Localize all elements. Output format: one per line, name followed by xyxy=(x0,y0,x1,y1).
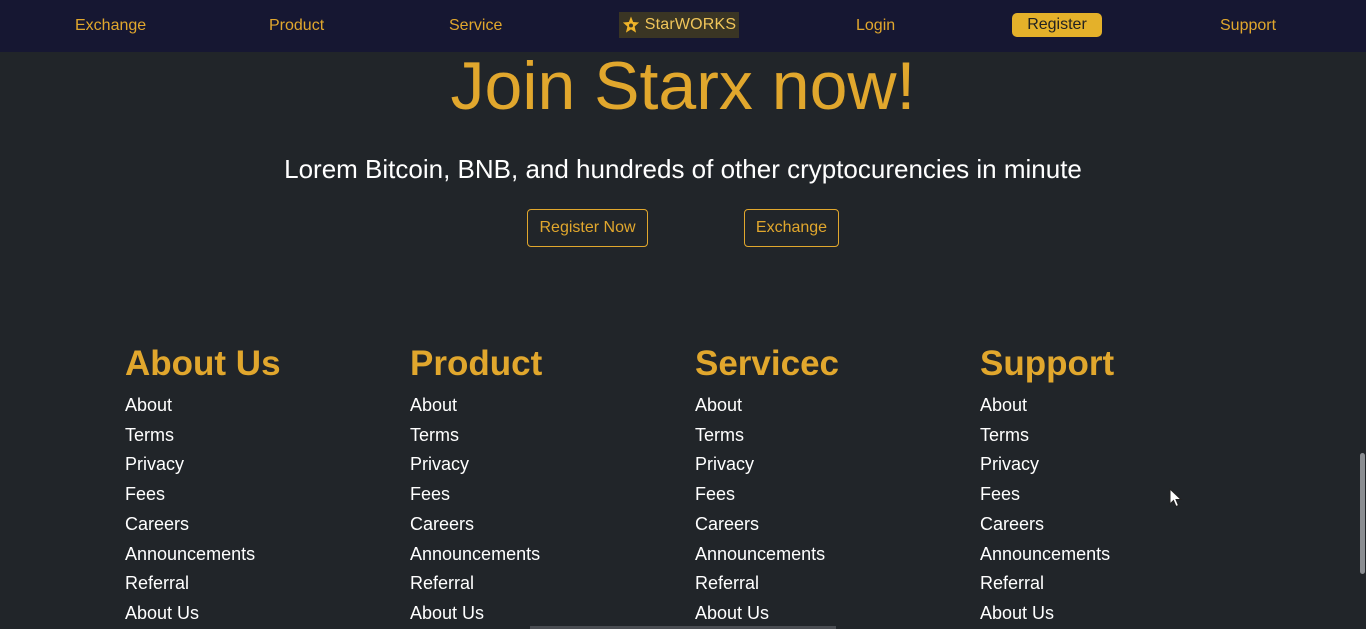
footer-link[interactable]: Fees xyxy=(695,480,839,510)
footer-link-list: About Terms Privacy Fees Careers Announc… xyxy=(410,391,542,629)
nav-login-link[interactable]: Login xyxy=(856,17,895,35)
exchange-button[interactable]: Exchange xyxy=(744,209,839,247)
footer-link[interactable]: About Us xyxy=(125,599,281,629)
footer-link[interactable]: About xyxy=(695,391,839,421)
footer-column-servicec: Servicec About Terms Privacy Fees Career… xyxy=(695,344,839,629)
footer-link-list: About Terms Privacy Fees Careers Announc… xyxy=(980,391,1114,629)
footer-link-list: About Terms Privacy Fees Careers Announc… xyxy=(695,391,839,629)
footer-link[interactable]: About Us xyxy=(410,599,542,629)
nav-service-link[interactable]: Service xyxy=(449,17,502,35)
footer-link[interactable]: Referral xyxy=(410,569,542,599)
footer-column-support: Support About Terms Privacy Fees Careers… xyxy=(980,344,1114,629)
footer-link[interactable]: About xyxy=(980,391,1114,421)
footer-link[interactable]: Privacy xyxy=(695,450,839,480)
footer-link[interactable]: Announcements xyxy=(980,540,1114,570)
footer-link[interactable]: Privacy xyxy=(980,450,1114,480)
footer-link[interactable]: Referral xyxy=(125,569,281,599)
footer-link[interactable]: Announcements xyxy=(695,540,839,570)
footer-column-about-us: About Us About Terms Privacy Fees Career… xyxy=(125,344,281,629)
top-navbar: Exchange Product Service StarWORKS Login… xyxy=(0,0,1366,52)
hero-title: Join Starx now! xyxy=(450,48,916,124)
footer-link[interactable]: Careers xyxy=(410,510,542,540)
nav-support-link[interactable]: Support xyxy=(1220,17,1276,35)
footer-link[interactable]: Terms xyxy=(125,421,281,451)
footer-column-title: Support xyxy=(980,344,1115,383)
footer-link[interactable]: Terms xyxy=(410,421,542,451)
vertical-scrollbar[interactable] xyxy=(1358,52,1366,629)
star-icon xyxy=(622,16,639,33)
footer-column-title: Product xyxy=(410,344,543,383)
footer-link[interactable]: Terms xyxy=(695,421,839,451)
brand-name: StarWORKS xyxy=(644,16,737,33)
footer-link[interactable]: Referral xyxy=(980,569,1114,599)
nav-exchange-link[interactable]: Exchange xyxy=(75,17,146,35)
footer-link[interactable]: Fees xyxy=(980,480,1114,510)
footer-link[interactable]: About Us xyxy=(695,599,839,629)
footer-column-product: Product About Terms Privacy Fees Careers… xyxy=(410,344,542,629)
footer-link[interactable]: Announcements xyxy=(125,540,281,570)
footer-link[interactable]: About Us xyxy=(980,599,1114,629)
footer-link[interactable]: Fees xyxy=(125,480,281,510)
mouse-pointer-icon xyxy=(1169,488,1183,508)
nav-register-button[interactable]: Register xyxy=(1012,13,1102,37)
footer-link[interactable]: Terms xyxy=(980,421,1114,451)
footer-link[interactable]: Careers xyxy=(125,510,281,540)
footer-link[interactable]: Announcements xyxy=(410,540,542,570)
footer-link[interactable]: Referral xyxy=(695,569,839,599)
nav-product-link[interactable]: Product xyxy=(269,17,324,35)
footer-link[interactable]: Privacy xyxy=(410,450,542,480)
footer-column-title: Servicec xyxy=(695,344,840,383)
footer-link[interactable]: About xyxy=(125,391,281,421)
footer-link[interactable]: Privacy xyxy=(125,450,281,480)
footer-link[interactable]: About xyxy=(410,391,542,421)
scrollbar-thumb[interactable] xyxy=(1360,453,1365,574)
footer-column-title: About Us xyxy=(125,344,281,383)
footer-link[interactable]: Fees xyxy=(410,480,542,510)
register-now-button[interactable]: Register Now xyxy=(527,209,648,247)
footer-link[interactable]: Careers xyxy=(980,510,1114,540)
page: Exchange Product Service StarWORKS Login… xyxy=(0,0,1366,629)
footer-link[interactable]: Careers xyxy=(695,510,839,540)
footer-link-list: About Terms Privacy Fees Careers Announc… xyxy=(125,391,281,629)
brand-logo[interactable]: StarWORKS xyxy=(619,12,739,38)
hero-subtitle: Lorem Bitcoin, BNB, and hundreds of othe… xyxy=(284,154,1082,184)
